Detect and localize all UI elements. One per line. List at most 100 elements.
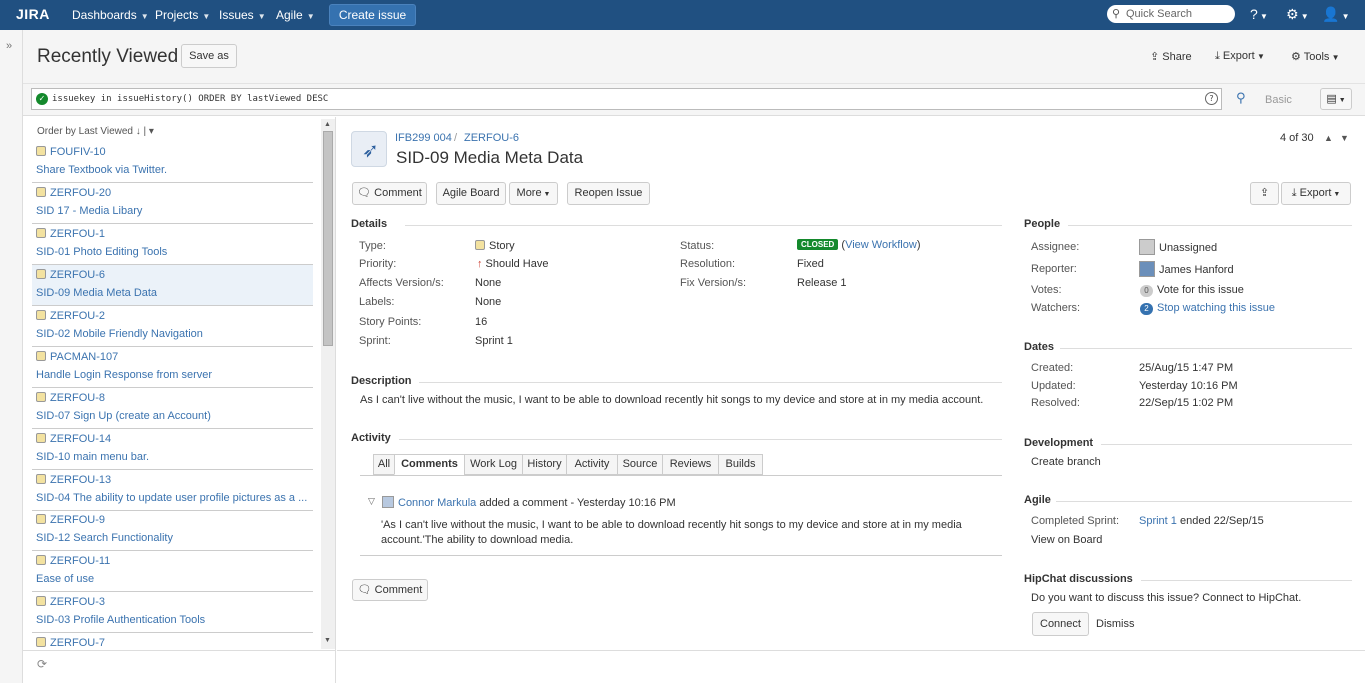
watchers-value[interactable]: 2 Stop watching this issue: [1140, 302, 1275, 315]
issue-key-link[interactable]: ZERFOU-9: [36, 514, 105, 526]
scrollbar-thumb[interactable]: [323, 131, 333, 346]
list-item[interactable]: ZERFOU-2 SID-02 Mobile Friendly Navigatio…: [32, 306, 313, 347]
expand-sidebar-icon[interactable]: »: [6, 40, 12, 52]
issue-key-link[interactable]: ZERFOU-3: [36, 596, 105, 608]
issue-summary-link[interactable]: SID-12 Search Functionality: [36, 532, 308, 544]
share-issue-icon[interactable]: ⇪: [1250, 182, 1279, 205]
list-item[interactable]: ZERFOU-7: [32, 633, 313, 650]
votes-value[interactable]: 0 Vote for this issue: [1140, 284, 1244, 297]
tools-button[interactable]: ⚙ Tools ▼: [1291, 50, 1340, 63]
basic-mode-link[interactable]: Basic: [1265, 94, 1292, 106]
tab-work-log[interactable]: Work Log: [464, 454, 523, 475]
issue-summary-link[interactable]: SID-04 The ability to update user profil…: [36, 492, 308, 504]
create-branch-link[interactable]: Create branch: [1031, 456, 1101, 468]
list-item[interactable]: ZERFOU-6 SID-09 Media Meta Data: [32, 265, 313, 306]
export-button[interactable]: ⤓ Export ▼: [1215, 50, 1265, 63]
scroll-down-icon[interactable]: ▼: [324, 637, 331, 644]
sprint-value[interactable]: Sprint 1: [475, 335, 513, 347]
nav-dashboards[interactable]: Dashboards ▼: [72, 8, 149, 22]
list-item[interactable]: ZERFOU-9 SID-12 Search Functionality: [32, 510, 313, 551]
issue-key-link[interactable]: ZERFOU-14: [36, 433, 111, 445]
tab-activity[interactable]: Activity: [566, 454, 618, 475]
nav-agile[interactable]: Agile ▼: [276, 8, 315, 22]
issue-summary-link[interactable]: SID-09 Media Meta Data: [36, 287, 308, 299]
issue-key-link[interactable]: ZERFOU-8: [36, 392, 105, 404]
list-item[interactable]: ZERFOU-13 SID-04 The ability to update us…: [32, 470, 313, 511]
list-item[interactable]: ZERFOU-3 SID-03 Profile Authentication To…: [32, 592, 313, 633]
stop-watching-link[interactable]: Stop watching this issue: [1157, 302, 1275, 314]
list-item[interactable]: FOUFIV-10 Share Textbook via Twitter.: [32, 142, 313, 183]
connect-button[interactable]: Connect: [1032, 612, 1089, 636]
issue-key-link[interactable]: ZERFOU-7: [36, 637, 105, 649]
order-by-control[interactable]: Order by Last Viewed ↓ | ▾: [37, 126, 154, 137]
issue-summary-link[interactable]: Ease of use: [36, 573, 308, 585]
list-item[interactable]: ZERFOU-20 SID 17 - Media Libary: [32, 183, 313, 224]
tab-history[interactable]: History: [522, 454, 567, 475]
issue-key-link[interactable]: ZERFOU-13: [36, 474, 111, 486]
breadcrumb-issue-key[interactable]: ZERFOU-6: [464, 132, 519, 144]
description-text[interactable]: As I can't live without the music, I wan…: [360, 394, 983, 406]
issue-key-link[interactable]: ZERFOU-6: [36, 269, 105, 281]
reporter-value[interactable]: James Hanford: [1139, 261, 1234, 277]
issue-key-link[interactable]: FOUFIV-10: [36, 146, 106, 158]
list-item[interactable]: ZERFOU-14 SID-10 main menu bar.: [32, 429, 313, 470]
tab-comments[interactable]: Comments: [394, 454, 465, 475]
search-icon[interactable]: ⚲: [1236, 90, 1246, 106]
jql-query-input[interactable]: ✓ issuekey in issueHistory() ORDER BY la…: [31, 88, 1222, 110]
layout-switcher-button[interactable]: ▤ ▼: [1320, 88, 1352, 110]
save-as-button[interactable]: Save as: [181, 44, 237, 68]
user-avatar-icon[interactable]: 👤 ▼: [1322, 6, 1350, 23]
comment-author-link[interactable]: Connor Markula: [398, 497, 476, 509]
story-points-value[interactable]: 16: [475, 316, 487, 328]
collapse-comment-icon[interactable]: ▽: [368, 496, 375, 507]
list-item[interactable]: ZERFOU-1 SID-01 Photo Editing Tools: [32, 224, 313, 265]
issue-summary-link[interactable]: SID-02 Mobile Friendly Navigation: [36, 328, 308, 340]
issue-key-link[interactable]: ZERFOU-20: [36, 187, 111, 199]
refresh-icon[interactable]: ⟳: [37, 657, 47, 671]
issue-summary-link[interactable]: SID 17 - Media Libary: [36, 205, 308, 217]
next-issue-icon[interactable]: ▼: [1340, 133, 1349, 143]
tab-builds[interactable]: Builds: [718, 454, 763, 475]
issue-summary-link[interactable]: SID-10 main menu bar.: [36, 451, 308, 463]
comment-button[interactable]: 🗨 Comment: [352, 182, 427, 205]
quick-search-input[interactable]: ⚲ Quick Search: [1107, 5, 1235, 23]
issue-key-link[interactable]: ZERFOU-1: [36, 228, 105, 240]
help-icon[interactable]: ? ▼: [1250, 6, 1268, 22]
issue-summary-link[interactable]: Handle Login Response from server: [36, 369, 308, 381]
previous-issue-icon[interactable]: ▲: [1324, 133, 1333, 143]
scroll-up-icon[interactable]: ▲: [324, 121, 331, 128]
tab-reviews[interactable]: Reviews: [662, 454, 719, 475]
tab-all[interactable]: All: [373, 454, 395, 475]
dismiss-link[interactable]: Dismiss: [1096, 618, 1135, 630]
issue-summary-link[interactable]: SID-03 Profile Authentication Tools: [36, 614, 308, 626]
create-issue-button[interactable]: Create issue: [329, 4, 416, 26]
fix-version-link[interactable]: Release 1: [797, 277, 847, 289]
view-workflow-link[interactable]: View Workflow: [845, 239, 917, 251]
issue-summary-link[interactable]: Share Textbook via Twitter.: [36, 164, 308, 176]
nav-projects[interactable]: Projects ▼: [155, 8, 210, 22]
jira-logo[interactable]: JIRA: [16, 6, 50, 22]
assignee-value[interactable]: Unassigned: [1139, 239, 1217, 255]
list-scrollbar[interactable]: ▲ ▼: [321, 119, 335, 649]
share-button[interactable]: ⇪ Share: [1150, 50, 1192, 63]
breadcrumb-project[interactable]: IFB299 004: [395, 132, 452, 144]
tab-source[interactable]: Source: [617, 454, 663, 475]
sprint-link[interactable]: Sprint 1: [1139, 515, 1177, 527]
view-on-board-link[interactable]: View on Board: [1031, 534, 1102, 546]
list-item[interactable]: ZERFOU-11 Ease of use: [32, 551, 313, 592]
reopen-issue-button[interactable]: Reopen Issue: [567, 182, 650, 205]
export-issue-button[interactable]: ⤓ Export ▼: [1281, 182, 1351, 205]
add-comment-button[interactable]: 🗨 Comment: [352, 579, 428, 601]
issue-key-link[interactable]: ZERFOU-2: [36, 310, 105, 322]
issue-key-link[interactable]: PACMAN-107: [36, 351, 118, 363]
nav-issues[interactable]: Issues ▼: [219, 8, 266, 22]
issue-key-link[interactable]: ZERFOU-11: [36, 555, 110, 567]
issue-summary-link[interactable]: SID-01 Photo Editing Tools: [36, 246, 308, 258]
list-item[interactable]: PACMAN-107 Handle Login Response from ser…: [32, 347, 313, 388]
more-button[interactable]: More ▼: [509, 182, 558, 205]
gear-icon[interactable]: ⚙ ▼: [1286, 6, 1309, 23]
syntax-help-icon[interactable]: ?: [1205, 92, 1218, 105]
issue-summary[interactable]: SID-09 Media Meta Data: [396, 148, 583, 168]
list-item[interactable]: ZERFOU-8 SID-07 Sign Up (create an Accoun…: [32, 388, 313, 429]
agile-board-button[interactable]: Agile Board: [436, 182, 506, 205]
